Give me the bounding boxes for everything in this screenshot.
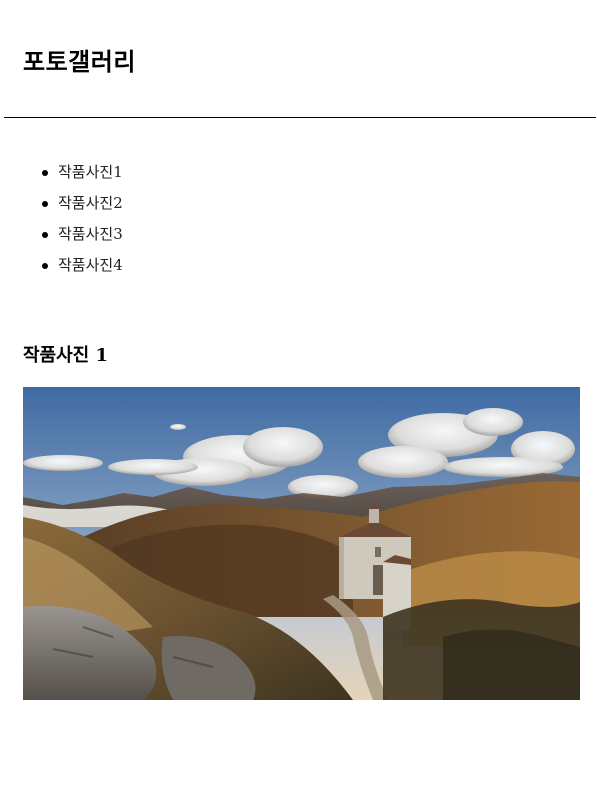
bullet-icon [42,170,48,176]
nav-item-photo-2[interactable]: 작품사진2 [0,188,123,219]
nav-item-label[interactable]: 작품사진1 [58,163,123,181]
nav-item-photo-1[interactable]: 작품사진1 [0,157,123,188]
nav-item-label[interactable]: 작품사진2 [58,194,123,212]
photo-nav-list: 작품사진1 작품사진2 작품사진3 작품사진4 [0,157,123,281]
nav-item-label[interactable]: 작품사진3 [58,225,123,243]
bullet-icon [42,232,48,238]
bullet-icon [42,263,48,269]
nav-item-label[interactable]: 작품사진4 [58,256,123,274]
landscape-photo [23,387,580,700]
bullet-icon [42,201,48,207]
section-heading: 작품사진 1 [23,345,109,366]
header-divider [4,117,596,118]
page-title: 포토갤러리 [23,48,136,76]
nav-item-photo-4[interactable]: 작품사진4 [0,250,123,281]
nav-item-photo-3[interactable]: 작품사진3 [0,219,123,250]
